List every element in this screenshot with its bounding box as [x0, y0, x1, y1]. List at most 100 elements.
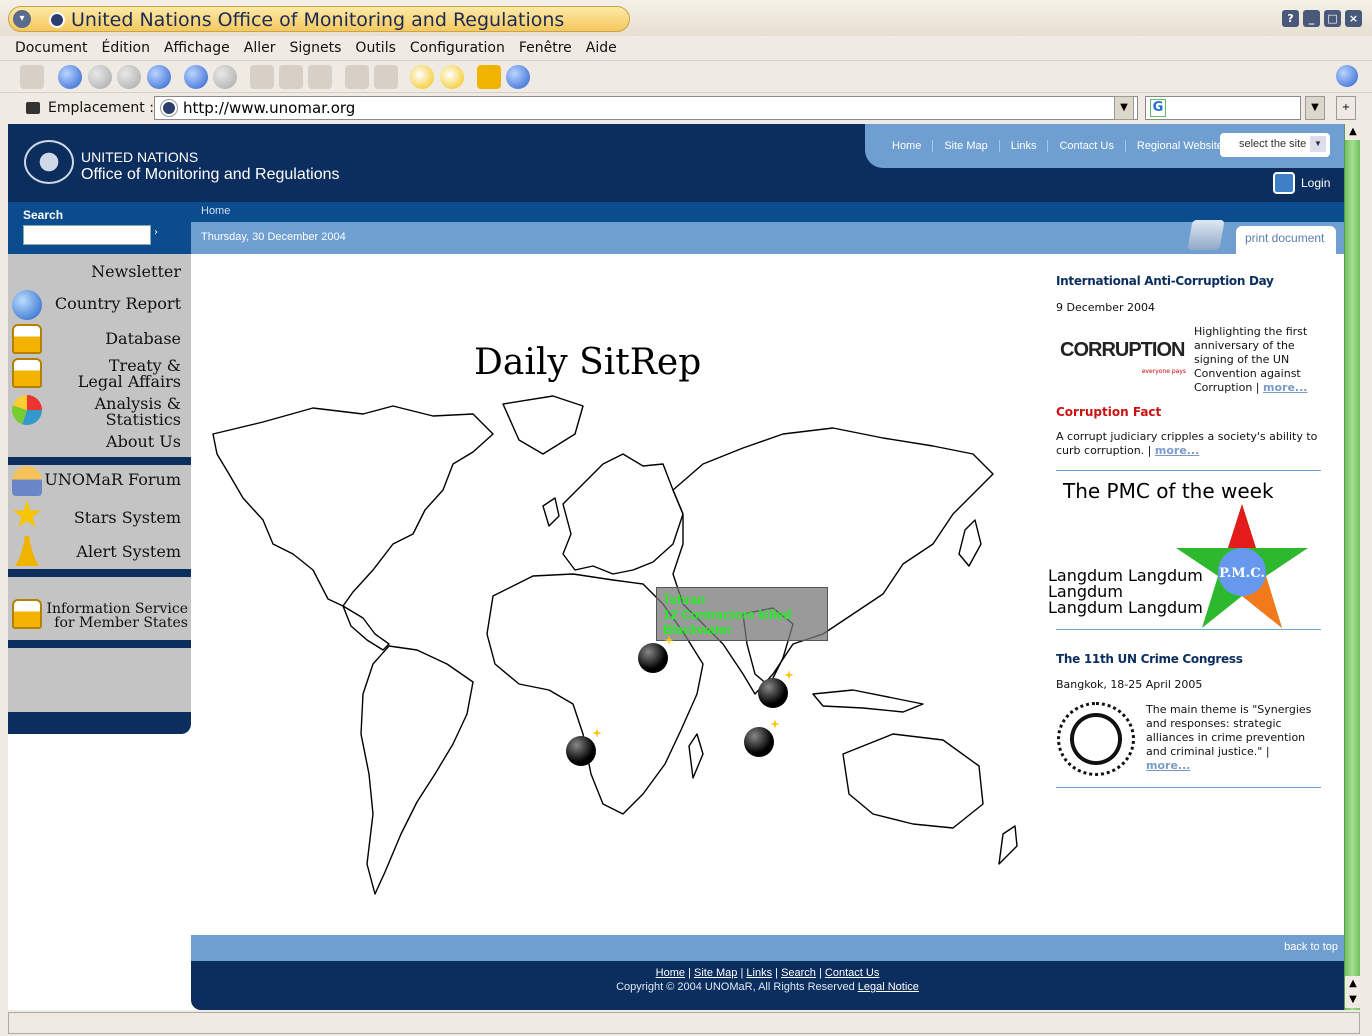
news-title-crime-congress[interactable]: The 11th UN Crime Congress: [1056, 652, 1243, 666]
un-emblem-logo: [24, 140, 74, 184]
un-crime-congress-logo: [1057, 702, 1135, 776]
topnav-links[interactable]: Links: [1000, 140, 1049, 152]
left-sidebar: Newsletter Country Report Database Treat…: [8, 254, 191, 712]
map-asia: [672, 427, 994, 695]
find-icon[interactable]: [374, 65, 398, 89]
copy-icon[interactable]: [279, 65, 303, 89]
sidebar-divider: [8, 640, 191, 648]
url-input[interactable]: http://www.unomar.org: [154, 96, 1138, 120]
back-arrow-icon[interactable]: [58, 65, 82, 89]
menu-affichage[interactable]: Affichage: [164, 40, 230, 56]
menu-aller[interactable]: Aller: [244, 40, 276, 56]
footer-link-home[interactable]: Home: [656, 967, 685, 979]
legal-notice-link[interactable]: Legal Notice: [858, 981, 919, 993]
reload-icon[interactable]: [184, 65, 208, 89]
topnav-contact-us[interactable]: Contact Us: [1048, 140, 1126, 152]
bomb-marker-icon[interactable]: [638, 643, 668, 673]
more-link[interactable]: more...: [1155, 444, 1199, 457]
scroll-page-arrow-icon[interactable]: ▲: [1345, 976, 1361, 992]
back-to-top-link[interactable]: back to top: [1284, 941, 1338, 953]
menu-edition[interactable]: Édition: [102, 40, 150, 56]
sidebar-item-database[interactable]: Database: [105, 331, 181, 347]
padlock-icon: [12, 358, 42, 388]
security-lock-icon[interactable]: [477, 65, 501, 89]
scroll-down-arrow-icon[interactable]: ▼: [1345, 992, 1361, 1008]
news-title-anticorruption[interactable]: International Anti-Corruption Day: [1056, 274, 1274, 288]
sitrep-popup[interactable]: Tehran 12 Contractors killed Blackwater: [656, 587, 828, 641]
vertical-scrollbar[interactable]: ▲ ▲ ▼: [1344, 124, 1361, 1010]
news-divider: [1056, 470, 1321, 471]
scroll-up-arrow-icon[interactable]: ▲: [1345, 124, 1361, 140]
sidebar-item-alert-system[interactable]: Alert System: [76, 544, 181, 560]
breadcrumb[interactable]: Home: [201, 205, 230, 217]
pie-chart-icon: [12, 395, 42, 425]
menu-fenetre[interactable]: Fenêtre: [519, 40, 572, 56]
download-icon[interactable]: [506, 65, 530, 89]
menu-signets[interactable]: Signets: [289, 40, 341, 56]
footer-band: [191, 935, 1344, 961]
window-title-pill[interactable]: ▾ United Nations Office of Monitoring an…: [8, 6, 630, 32]
forward-arrow-icon[interactable]: [88, 65, 112, 89]
home-folder-icon[interactable]: [20, 65, 44, 89]
up-arrow-icon[interactable]: [117, 65, 141, 89]
cut-icon[interactable]: [250, 65, 274, 89]
zoom-out-icon[interactable]: [440, 65, 464, 89]
menu-configuration[interactable]: Configuration: [410, 40, 505, 56]
login-link[interactable]: Login: [1273, 172, 1330, 194]
new-tab-icon[interactable]: +: [1336, 96, 1356, 120]
more-link[interactable]: more...: [1146, 759, 1190, 772]
page-viewport: UNITED NATIONS Office of Monitoring and …: [8, 124, 1344, 1010]
web-search-input[interactable]: G: [1145, 96, 1301, 120]
corruption-logo-text: CORRUPTION: [1060, 339, 1185, 361]
home-icon[interactable]: [147, 65, 171, 89]
google-icon[interactable]: G: [1150, 99, 1166, 117]
window-menu-button[interactable]: ▾: [13, 10, 31, 28]
clear-location-icon[interactable]: [26, 102, 40, 114]
bomb-marker-icon[interactable]: [744, 727, 774, 757]
sidebar-item-information-line1: Information Service: [46, 601, 188, 617]
topnav-site-map[interactable]: Site Map: [933, 140, 1000, 152]
paste-icon[interactable]: [308, 65, 332, 89]
site-search-input[interactable]: [23, 225, 151, 245]
url-history-dropdown[interactable]: ▼: [1114, 96, 1134, 120]
footer-link-contact-us[interactable]: Contact Us: [825, 967, 879, 979]
sidebar-item-treaty[interactable]: Treaty & Legal Affairs: [78, 358, 181, 390]
help-button[interactable]: ?: [1282, 10, 1299, 27]
sidebar-item-information-service[interactable]: Information Service for Member States: [46, 602, 188, 630]
map-uk: [542, 497, 560, 527]
printer-icon[interactable]: [1187, 220, 1225, 250]
footer-link-links[interactable]: Links: [746, 967, 772, 979]
pmc-of-week-title: The PMC of the week: [1063, 479, 1274, 503]
sidebar-item-newsletter[interactable]: Newsletter: [91, 264, 181, 280]
top-navigation: Home Site Map Links Contact Us Regional …: [865, 124, 1344, 168]
maximize-button[interactable]: □: [1324, 10, 1341, 27]
menu-aide[interactable]: Aide: [586, 40, 617, 56]
more-link[interactable]: more...: [1263, 381, 1307, 394]
close-button[interactable]: ×: [1345, 10, 1362, 27]
sidebar-item-forum[interactable]: UNOMaR Forum: [44, 472, 181, 488]
regional-site-select[interactable]: select the site ▼: [1220, 133, 1330, 157]
sidebar-divider: [8, 457, 191, 465]
zoom-in-icon[interactable]: [410, 65, 434, 89]
stop-icon[interactable]: [213, 65, 237, 89]
minimize-button[interactable]: _: [1303, 10, 1320, 27]
sidebar-item-analysis[interactable]: Analysis & Statistics: [95, 396, 181, 428]
search-go-arrow-icon[interactable]: ›: [154, 227, 158, 238]
sidebar-item-about-us[interactable]: About Us: [106, 434, 181, 450]
footer-link-search[interactable]: Search: [781, 967, 816, 979]
corruption-fact-title: Corruption Fact: [1056, 405, 1162, 419]
bomb-marker-icon[interactable]: [566, 736, 596, 766]
bomb-marker-icon[interactable]: [758, 678, 788, 708]
menu-document[interactable]: Document: [15, 40, 88, 56]
print-icon[interactable]: [345, 65, 369, 89]
print-document-link[interactable]: print document: [1236, 226, 1336, 254]
news-date-crime-congress: Bangkok, 18-25 April 2005: [1056, 678, 1203, 691]
map-new-zealand: [998, 825, 1018, 865]
footer-link-site-map[interactable]: Site Map: [694, 967, 737, 979]
date-bar: [191, 222, 1344, 254]
sidebar-item-stars-system[interactable]: Stars System: [74, 510, 181, 526]
search-engine-dropdown[interactable]: ▼: [1305, 96, 1325, 120]
topnav-home[interactable]: Home: [881, 140, 934, 152]
sidebar-item-country-report[interactable]: Country Report: [55, 296, 181, 312]
menu-outils[interactable]: Outils: [355, 40, 395, 56]
